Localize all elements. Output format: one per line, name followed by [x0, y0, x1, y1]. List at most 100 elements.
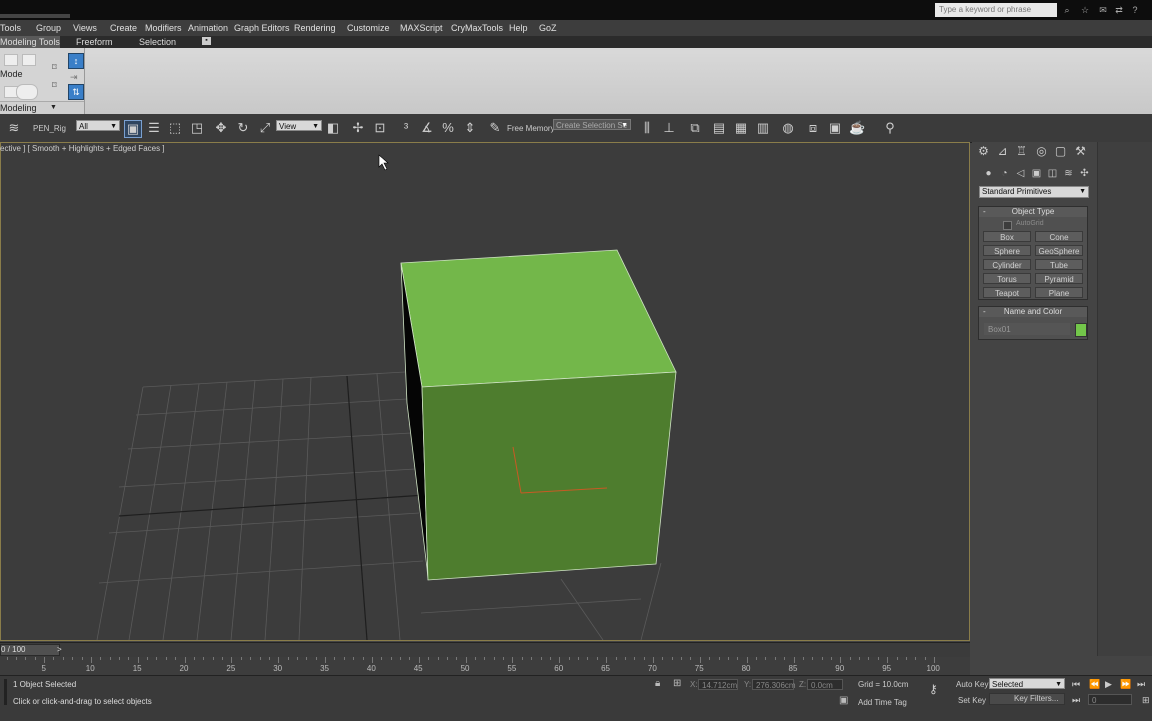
next-frame-arrow[interactable]: >: [57, 645, 62, 655]
tube-button[interactable]: Tube: [1035, 259, 1083, 270]
lock-icon[interactable]: 🔒︎: [655, 678, 660, 689]
object-type-header[interactable]: - Object Type: [979, 207, 1087, 217]
angle-snap-icon[interactable]: ∡: [419, 120, 435, 136]
tab-modeling-tools[interactable]: Modeling Tools: [0, 36, 60, 48]
spinner-snap-icon[interactable]: ⇕: [462, 120, 478, 136]
track-bar[interactable]: 5 10 15 20 25 30 35 40 45 50 55 60 65 70 75 80 85 90 95 100: [0, 657, 970, 675]
gear-icon[interactable]: ⚙: [976, 144, 991, 159]
box01-top-face[interactable]: [400, 249, 677, 388]
menu-help[interactable]: Help: [509, 20, 528, 36]
autogrid-checkbox[interactable]: [1003, 221, 1012, 230]
lights-icon[interactable]: ◁: [1013, 166, 1028, 181]
menu-graph-editors[interactable]: Graph Editors: [234, 20, 290, 36]
menu-rendering[interactable]: Rendering: [294, 20, 336, 36]
create-tab-icon[interactable]: ⊿: [995, 144, 1010, 159]
scale-icon[interactable]: ⤢: [257, 120, 273, 136]
teapot-button[interactable]: Teapot: [983, 287, 1031, 298]
rotate-icon[interactable]: ↻: [235, 120, 251, 136]
selection-filter-dropdown[interactable]: All ▼: [76, 120, 120, 131]
geometry-icon[interactable]: ●: [981, 166, 996, 181]
menu-modifiers[interactable]: Modifiers: [145, 20, 182, 36]
select-by-name-icon[interactable]: ☰: [146, 120, 162, 136]
tab-selection[interactable]: Selection: [139, 36, 176, 48]
go-to-start-icon[interactable]: ⏮: [1072, 679, 1080, 690]
key-filters-button[interactable]: Key Filters...: [989, 693, 1065, 705]
display-tab-icon[interactable]: ▢: [1053, 144, 1068, 159]
rectangular-region-icon[interactable]: ⬚: [167, 120, 183, 136]
object-name-input[interactable]: Box01: [984, 323, 1070, 335]
name-and-color-header[interactable]: - Name and Color: [979, 307, 1087, 317]
ribbon-tool-icon[interactable]: ⌑: [52, 80, 62, 90]
sphere-button[interactable]: Sphere: [983, 245, 1031, 256]
menu-views[interactable]: Views: [73, 20, 97, 36]
perspective-viewport[interactable]: [0, 142, 970, 641]
reference-coordinate-dropdown[interactable]: View ▼: [276, 120, 322, 131]
edit-named-selection-icon[interactable]: ✎: [487, 120, 503, 136]
viewport-label[interactable]: ective ] [ Smooth + Highlights + Edged F…: [0, 144, 165, 153]
time-slider[interactable]: 0 / 100 >: [0, 642, 970, 657]
key-mode-dropdown[interactable]: Selected ▼: [989, 678, 1065, 689]
plane-button[interactable]: Plane: [1035, 287, 1083, 298]
add-time-tag-button[interactable]: Add Time Tag: [858, 698, 907, 707]
ribbon-minimize-icon[interactable]: ▪: [202, 37, 211, 45]
menu-animation[interactable]: Animation: [188, 20, 228, 36]
viewport-scene[interactable]: [1, 143, 969, 640]
selection-set-dropdown[interactable]: Create Selection Se ▼: [553, 119, 631, 130]
ribbon-active-tool-icon[interactable]: ⇅: [68, 84, 84, 100]
select-manipulate-icon[interactable]: ✢: [350, 120, 366, 136]
key-mode-toggle-icon[interactable]: ⏭: [1072, 695, 1080, 706]
motion-tab-icon[interactable]: ◎: [1034, 144, 1049, 159]
geosphere-button[interactable]: GeoSphere: [1035, 245, 1083, 256]
systems-icon[interactable]: ✣: [1077, 166, 1092, 181]
cameras-icon[interactable]: ▣: [1029, 166, 1044, 181]
communication-icon[interactable]: ✉: [1098, 5, 1108, 15]
x-coordinate-input[interactable]: 14.712cm: [698, 679, 738, 690]
menu-create[interactable]: Create: [110, 20, 137, 36]
cylinder-button[interactable]: Cylinder: [983, 259, 1031, 270]
box-button[interactable]: Box: [983, 231, 1031, 242]
utilities-tab-icon[interactable]: ⚒: [1073, 144, 1088, 159]
time-tag-icon[interactable]: ▣: [839, 695, 848, 706]
help-icon[interactable]: ?: [1130, 5, 1140, 15]
ribbon-round-button[interactable]: [16, 84, 38, 100]
time-slider-thumb[interactable]: 0 / 100 >: [0, 644, 62, 656]
ribbon-button[interactable]: [22, 54, 36, 66]
percent-snap-icon[interactable]: %: [440, 120, 456, 136]
hierarchy-tab-icon[interactable]: ♖: [1014, 144, 1029, 159]
helpers-icon[interactable]: ◫: [1045, 166, 1060, 181]
ribbon-active-tool-icon[interactable]: ↕: [68, 53, 84, 69]
current-frame-input[interactable]: 0: [1088, 694, 1132, 705]
menu-crymaxtools[interactable]: CryMaxTools: [451, 20, 503, 36]
go-to-end-icon[interactable]: ⏭: [1137, 679, 1145, 690]
schematic-view-icon[interactable]: ▥: [755, 120, 771, 136]
menu-tools[interactable]: Tools: [0, 20, 21, 36]
pivot-center-icon[interactable]: ◧: [325, 120, 341, 136]
cone-button[interactable]: Cone: [1035, 231, 1083, 242]
menu-customize[interactable]: Customize: [347, 20, 390, 36]
ribbon-tool-icon[interactable]: ⌑: [52, 62, 62, 72]
graphite-toggle-icon[interactable]: ▤: [711, 120, 727, 136]
favorites-icon[interactable]: ☆: [1080, 5, 1090, 15]
move-icon[interactable]: ✥: [213, 120, 229, 136]
ribbon-tool-icon[interactable]: ⇥: [70, 72, 80, 82]
previous-frame-icon[interactable]: ⏪: [1089, 679, 1100, 690]
shapes-icon[interactable]: ◔: [997, 166, 1012, 181]
space-warps-icon[interactable]: ≋: [1061, 166, 1076, 181]
torus-button[interactable]: Torus: [983, 273, 1031, 284]
search-icon[interactable]: ⌕: [1062, 5, 1072, 15]
ribbon-button[interactable]: [4, 54, 18, 66]
render-setup-icon[interactable]: ⧈: [805, 120, 821, 136]
align-icon[interactable]: ⊥: [661, 120, 677, 136]
curve-editor-icon[interactable]: ▦: [733, 120, 749, 136]
object-color-swatch[interactable]: [1075, 323, 1087, 337]
time-configuration-icon[interactable]: ⊞: [1142, 695, 1150, 706]
z-coordinate-input[interactable]: 0.0cm: [807, 679, 843, 690]
layer-manager-icon[interactable]: ⧉: [687, 120, 703, 136]
box01-front-face[interactable]: [421, 371, 677, 581]
pyramid-button[interactable]: Pyramid: [1035, 273, 1083, 284]
menu-maxscript[interactable]: MAXScript: [400, 20, 443, 36]
menu-goz[interactable]: GoZ: [539, 20, 557, 36]
tab-freeform[interactable]: Freeform: [76, 36, 113, 48]
ribbon-modeling-footer[interactable]: Modeling ▼: [0, 101, 84, 114]
select-object-icon[interactable]: ▣: [124, 120, 142, 138]
